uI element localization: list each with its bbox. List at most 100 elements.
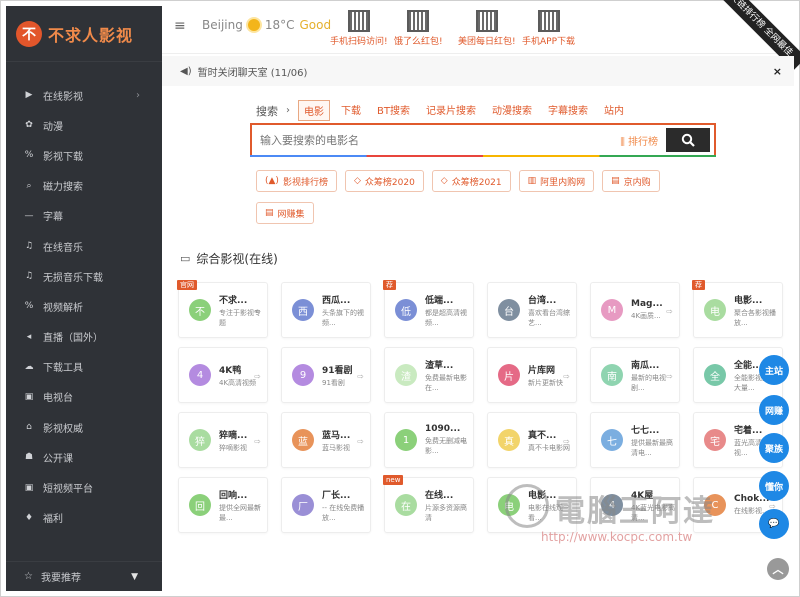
search-tab-1[interactable]: 下载 <box>336 100 366 121</box>
external-link-icon[interactable]: ⇨ <box>666 437 673 446</box>
site-card[interactable]: 真 真不... 真不卡电影网 ⇨ <box>487 412 577 468</box>
external-link-icon[interactable]: ⇨ <box>460 372 467 381</box>
menu-icon[interactable]: ≡ <box>174 18 186 34</box>
external-link-icon[interactable]: ⇨ <box>460 307 467 316</box>
site-card[interactable]: 荐电 电影... 聚合各影视播放... ⇨ <box>692 280 783 338</box>
qr-code-icon <box>407 10 430 32</box>
quick-link-icon: ◇ <box>440 176 448 186</box>
search-tab-6[interactable]: 站内 <box>599 100 629 121</box>
search-icon: ⌕ <box>26 180 32 191</box>
qr-code-icon <box>537 10 560 32</box>
close-icon[interactable]: × <box>773 65 782 78</box>
external-link-icon[interactable]: ⇨ <box>357 307 364 316</box>
qr-link-2[interactable]: 美团每日红包! <box>458 10 516 47</box>
sidebar-item-3[interactable]: ⌕ 磁力搜索 <box>6 171 162 201</box>
chat-button[interactable]: 💬 <box>759 509 789 539</box>
site-card[interactable]: 渣 渣草... 免费最新电影在... ⇨ <box>384 347 474 403</box>
quick-link-4[interactable]: ▤ 京内购 <box>602 170 660 192</box>
site-card[interactable]: 官网不 不求... 专注于影视专题 ⇨ <box>177 280 268 338</box>
external-link-icon[interactable]: ⇨ <box>357 437 364 446</box>
float-button-1[interactable]: 网赚 <box>759 395 789 425</box>
site-card[interactable]: 9 91看剧 91看剧 ⇨ <box>281 347 371 403</box>
site-name: 电影... <box>734 295 763 306</box>
float-button-3[interactable]: 懂你 <box>759 471 789 501</box>
rank-link[interactable]: ⫼ 排行榜 <box>620 133 658 148</box>
sidebar-item-1[interactable]: ✿ 动漫 <box>6 110 162 140</box>
search-tab-3[interactable]: 记录片搜索 <box>421 100 481 121</box>
float-button-0[interactable]: 主站 <box>759 355 789 385</box>
search-tab-4[interactable]: 动漫搜索 <box>487 100 537 121</box>
site-card[interactable]: 厂 厂长... -- 在线免费播放... ⇨ <box>281 477 371 533</box>
site-card[interactable]: 台 台湾... 喜欢看台湾综艺... ⇨ <box>487 282 577 338</box>
external-link-icon[interactable]: ⇨ <box>460 437 467 446</box>
music-icon: ♫ <box>24 241 34 252</box>
recommend-button[interactable]: ☆ 我要推荐 ▼ <box>6 561 162 591</box>
sidebar-item-8[interactable]: ◂ 直播（国外） <box>6 322 162 352</box>
search-tab-5[interactable]: 字幕搜索 <box>543 100 593 121</box>
weather-widget[interactable]: Beijing 18°C Good <box>202 18 331 32</box>
site-card[interactable]: 荐低 低端... 都是超高清视频... ⇨ <box>383 280 474 338</box>
qr-link-3[interactable]: 手机APP下载 <box>522 10 575 47</box>
external-link-icon[interactable]: ⇨ <box>460 502 467 511</box>
site-card[interactable]: 1 1090... 免费无删减电影... ⇨ <box>384 412 474 468</box>
site-card[interactable]: 4 4K鸭 4K高清视频 ⇨ <box>178 347 268 403</box>
sidebar-item-2[interactable]: % 影视下载 <box>6 140 162 170</box>
quick-link-icon: ▥ <box>527 176 537 186</box>
site-card[interactable]: M Mag... 4K画质... ⇨ <box>590 282 680 338</box>
external-link-icon[interactable]: ⇨ <box>254 437 261 446</box>
sidebar-item-9[interactable]: ☁ 下载工具 <box>6 352 162 382</box>
caret-down-icon: ▼ <box>131 571 138 582</box>
sidebar-item-10[interactable]: ▣ 电视台 <box>6 382 162 412</box>
sidebar-item-0[interactable]: ▶ 在线影视 › <box>6 80 162 110</box>
qr-link-0[interactable]: 手机扫码访问! <box>330 10 388 47</box>
site-card[interactable]: 片 片库网 新片更新快 ⇨ <box>487 347 577 403</box>
quick-link-3[interactable]: ▥ 阿里内购网 <box>518 170 595 192</box>
quick-link-5[interactable]: ▤ 网赚集 <box>256 202 314 224</box>
external-link-icon[interactable]: ⇨ <box>666 307 673 316</box>
site-card[interactable]: 猝 猝嘀... 猝嘀影视 ⇨ <box>178 412 268 468</box>
site-card[interactable]: 七 七七... 提供最新最高清电... ⇨ <box>590 412 680 468</box>
sidebar-item-13[interactable]: ▣ 短视频平台 <box>6 472 162 502</box>
external-link-icon[interactable]: ⇨ <box>563 307 570 316</box>
quick-link-0[interactable]: (▲) 影视排行榜 <box>256 170 337 192</box>
external-link-icon[interactable]: ⇨ <box>254 307 261 316</box>
float-button-2[interactable]: 聚族 <box>759 433 789 463</box>
qr-link-1[interactable]: 饿了么红包! <box>394 10 443 47</box>
quick-link-2[interactable]: ◇ 众筹榜2021 <box>431 170 511 192</box>
sidebar-item-5[interactable]: ♫ 在线音乐 <box>6 231 162 261</box>
site-card[interactable]: 回 回响... 提供全网最新最... ⇨ <box>178 477 268 533</box>
search-input[interactable] <box>252 126 621 154</box>
external-link-icon[interactable]: ⇨ <box>769 307 776 316</box>
sidebar-item-11[interactable]: ⌂ 影视权威 <box>6 412 162 442</box>
sidebar-item-14[interactable]: ♦ 福利 <box>6 503 162 533</box>
search-tab-2[interactable]: BT搜索 <box>372 100 415 121</box>
external-link-icon[interactable]: ⇨ <box>254 372 261 381</box>
site-card[interactable]: 蓝 蓝马... 蓝马影视 ⇨ <box>281 412 371 468</box>
sidebar-item-6[interactable]: ♫ 无损音乐下载 <box>6 261 162 291</box>
weather-city: Beijing <box>202 18 243 32</box>
sidebar-item-label: 短视频平台 <box>43 484 93 496</box>
watermark-url: http://www.kocpc.com.tw <box>541 530 693 544</box>
site-name: 厂长... <box>322 490 351 501</box>
external-link-icon[interactable]: ⇨ <box>357 502 364 511</box>
external-link-icon[interactable]: ⇨ <box>666 372 673 381</box>
sidebar-item-7[interactable]: % 视频解析 <box>6 291 162 321</box>
search-tab-0[interactable]: 电影 <box>298 100 330 121</box>
site-logo[interactable]: 不 不求人影视 <box>6 6 162 62</box>
float-label: 网赚 <box>764 406 783 417</box>
site-card[interactable]: new 在 在线... 片源多资源高清 ⇨ <box>383 475 474 533</box>
site-card[interactable]: 南 南瓜... 最新的电视剧... ⇨ <box>590 347 680 403</box>
external-link-icon[interactable]: ⇨ <box>563 437 570 446</box>
site-card[interactable]: 西 西瓜... 头条旗下的视频... ⇨ <box>281 282 371 338</box>
quick-link-1[interactable]: ◇ 众筹榜2020 <box>344 170 424 192</box>
sidebar-item-label: 影视下载 <box>43 151 83 163</box>
logo-text: 不求人影视 <box>48 25 134 45</box>
back-to-top-button[interactable]: ︿ <box>767 558 789 580</box>
external-link-icon[interactable]: ⇨ <box>357 372 364 381</box>
external-link-icon[interactable]: ⇨ <box>254 502 261 511</box>
weather-temp: 18°C <box>264 18 295 32</box>
search-button[interactable] <box>666 128 710 152</box>
sidebar-item-12[interactable]: ☗ 公开课 <box>6 442 162 472</box>
sidebar-item-4[interactable]: — 字幕 <box>6 201 162 231</box>
external-link-icon[interactable]: ⇨ <box>563 372 570 381</box>
